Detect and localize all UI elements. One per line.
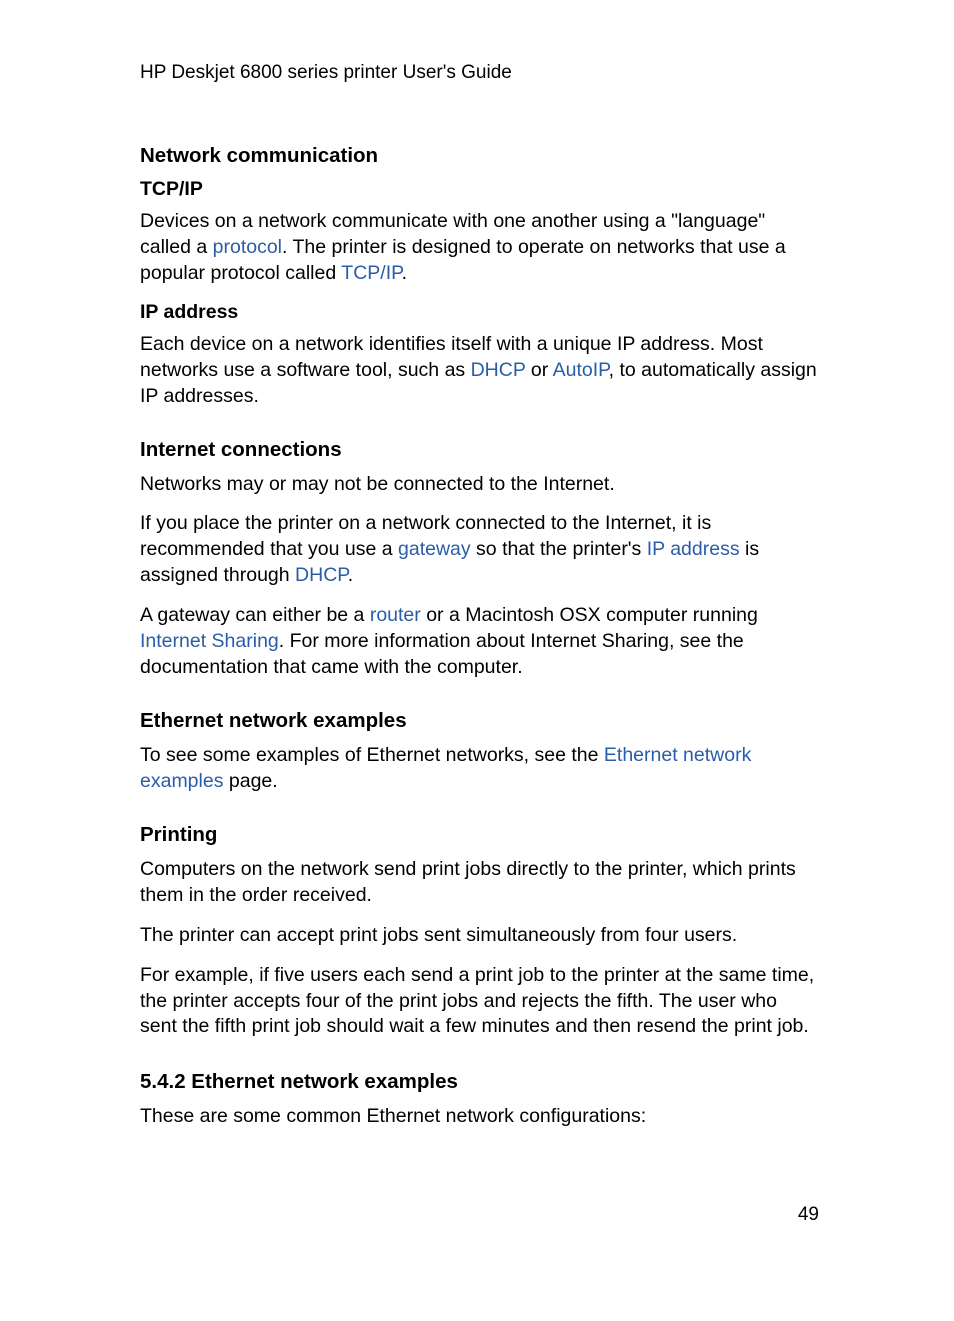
text-run: . bbox=[348, 564, 353, 586]
section-heading-internet-connections: Internet connections bbox=[140, 438, 819, 462]
paragraph-ethernet-examples: To see some examples of Ethernet network… bbox=[140, 743, 819, 795]
paragraph-printing-p1: Computers on the network send print jobs… bbox=[140, 857, 819, 909]
paragraph-internet-p2: If you place the printer on a network co… bbox=[140, 511, 819, 589]
link-ip-address[interactable]: IP address bbox=[647, 538, 740, 560]
link-dhcp[interactable]: DHCP bbox=[471, 359, 526, 381]
text-run: or a Macintosh OSX computer running bbox=[421, 604, 758, 626]
section-heading-542: 5.4.2 Ethernet network examples bbox=[140, 1070, 819, 1094]
text-run: so that the printer's bbox=[471, 538, 647, 560]
page-number: 49 bbox=[798, 1204, 819, 1226]
paragraph-printing-p3: For example, if five users each send a p… bbox=[140, 963, 819, 1041]
link-protocol[interactable]: protocol bbox=[213, 236, 282, 258]
subheading-ip-address: IP address bbox=[140, 301, 819, 324]
paragraph-tcpip: Devices on a network communicate with on… bbox=[140, 209, 819, 287]
page-header-title: HP Deskjet 6800 series printer User's Gu… bbox=[140, 62, 819, 84]
link-gateway[interactable]: gateway bbox=[398, 538, 471, 560]
document-page: HP Deskjet 6800 series printer User's Gu… bbox=[0, 0, 954, 1130]
link-internet-sharing[interactable]: Internet Sharing bbox=[140, 630, 279, 652]
link-dhcp-2[interactable]: DHCP bbox=[295, 564, 348, 586]
paragraph-internet-p3: A gateway can either be a router or a Ma… bbox=[140, 603, 819, 681]
paragraph-printing-p2: The printer can accept print jobs sent s… bbox=[140, 923, 819, 949]
paragraph-internet-p1: Networks may or may not be connected to … bbox=[140, 472, 819, 498]
text-run: A gateway can either be a bbox=[140, 604, 370, 626]
section-heading-network-communication: Network communication bbox=[140, 144, 819, 168]
text-run: page. bbox=[223, 770, 277, 792]
link-router[interactable]: router bbox=[370, 604, 421, 626]
paragraph-ip-address: Each device on a network identifies itse… bbox=[140, 332, 819, 410]
link-tcpip[interactable]: TCP/IP bbox=[341, 262, 401, 284]
subheading-tcpip: TCP/IP bbox=[140, 178, 819, 201]
text-run: . bbox=[402, 262, 407, 284]
section-heading-printing: Printing bbox=[140, 823, 819, 847]
text-run: To see some examples of Ethernet network… bbox=[140, 744, 604, 766]
section-heading-ethernet-examples: Ethernet network examples bbox=[140, 709, 819, 733]
link-autoip[interactable]: AutoIP bbox=[553, 359, 609, 381]
paragraph-542-p1: These are some common Ethernet network c… bbox=[140, 1104, 819, 1130]
text-run: or bbox=[525, 359, 552, 381]
